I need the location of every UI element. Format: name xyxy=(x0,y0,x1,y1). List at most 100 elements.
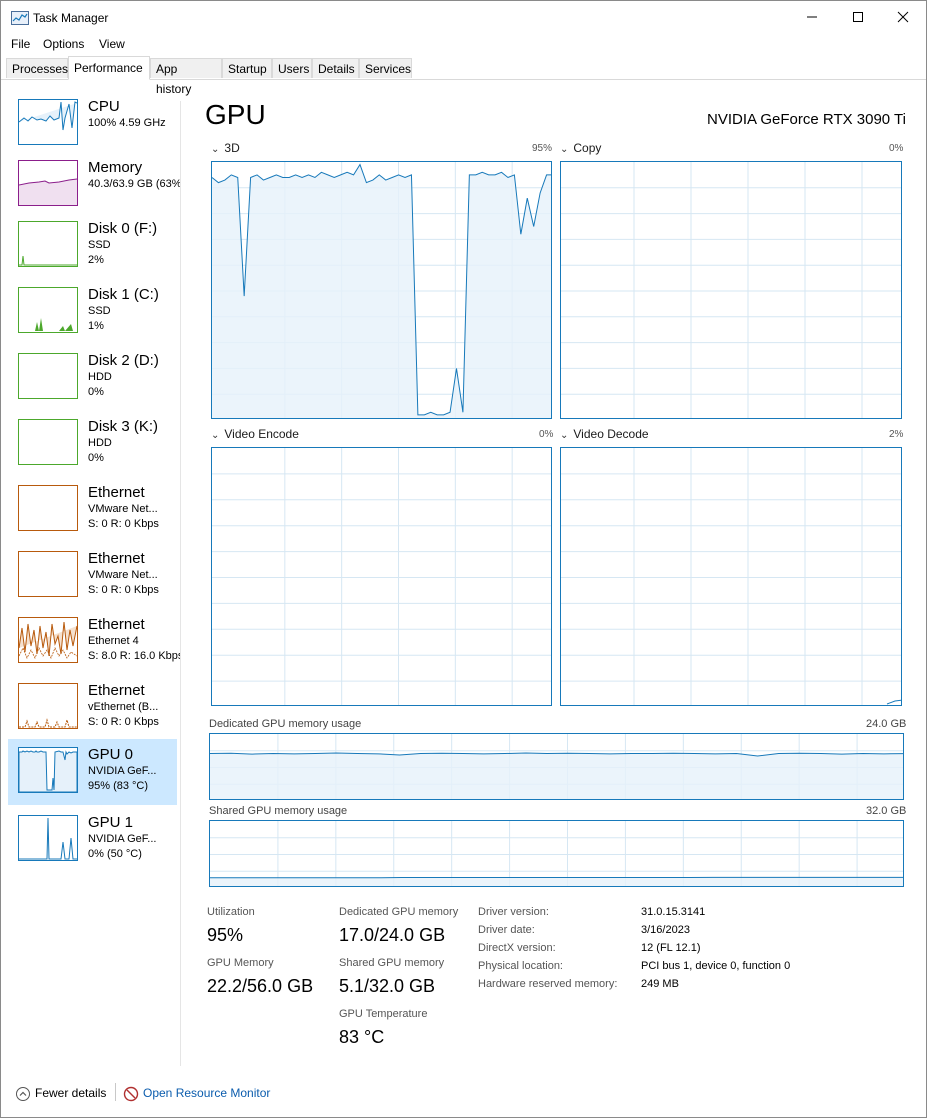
sidebar-item-cpu[interactable]: CPU 100% 4.59 GHz xyxy=(8,95,177,161)
sidebar-divider xyxy=(180,101,181,1066)
engine-video-decode-label: Video Decode xyxy=(573,427,649,441)
chevron-down-icon: ⌄ xyxy=(560,430,569,441)
tab-users[interactable]: Users xyxy=(272,58,312,78)
directx-version-value: 12 (FL 12.1) xyxy=(641,942,701,954)
engine-3d-pct: 95% xyxy=(532,143,553,154)
open-resource-monitor-link[interactable]: Open Resource Monitor xyxy=(123,1086,270,1102)
driver-date-key: Driver date: xyxy=(478,924,535,936)
minimize-icon xyxy=(807,16,817,18)
dedicated-memory-stat-value: 17.0/24.0 GB xyxy=(339,925,446,945)
chevron-down-icon: ⌄ xyxy=(560,144,569,155)
sidebar-item-disk1[interactable]: Disk 1 (C:) SSD 1% xyxy=(8,283,177,349)
tab-details[interactable]: Details xyxy=(312,58,359,78)
sidebar-line2: 95% (83 °C) xyxy=(88,780,149,792)
sidebar-item-vethernet[interactable]: Ethernet vEthernet (B... S: 0 R: 0 Kbps xyxy=(8,679,177,745)
menu-view[interactable]: View xyxy=(99,37,125,51)
ethernet-thumbnail xyxy=(18,485,78,531)
disk1-thumbnail xyxy=(18,287,78,333)
sidebar-line2: 1% xyxy=(88,320,104,332)
driver-version-key: Driver version: xyxy=(478,906,549,918)
sidebar-line1: SSD xyxy=(88,305,111,317)
engine-3d-selector[interactable]: ⌄ 3D xyxy=(211,141,240,155)
sidebar-item-memory[interactable]: Memory 40.3/63.9 GB (63%) xyxy=(8,156,180,222)
ethernet-thumbnail xyxy=(18,617,78,663)
task-manager-window: Task Manager File Options View Processes… xyxy=(0,0,927,1118)
ethernet-thumbnail xyxy=(18,551,78,597)
dedicated-memory-chart xyxy=(210,734,903,799)
engine-3d-label: 3D xyxy=(224,141,240,155)
sidebar-line2: 0% xyxy=(88,386,104,398)
sidebar-line1: Ethernet 4 xyxy=(88,635,139,647)
reserved-memory-key: Hardware reserved memory: xyxy=(478,978,618,990)
driver-date-value: 3/16/2023 xyxy=(641,924,690,936)
sidebar-line1: VMware Net... xyxy=(88,503,158,515)
tab-startup[interactable]: Startup xyxy=(222,58,272,78)
tab-services[interactable]: Services xyxy=(359,58,412,78)
sidebar-name: Ethernet xyxy=(88,550,145,567)
sidebar-item-disk2[interactable]: Disk 2 (D:) HDD 0% xyxy=(8,349,177,415)
open-resource-monitor-label: Open Resource Monitor xyxy=(143,1086,271,1101)
maximize-icon xyxy=(853,11,863,22)
sidebar-line1: 40.3/63.9 GB (63%) xyxy=(88,178,180,190)
utilization-value: 95% xyxy=(207,925,244,945)
sidebar-item-disk3[interactable]: Disk 3 (K:) HDD 0% xyxy=(8,415,177,481)
sidebar-line2: S: 0 R: 0 Kbps xyxy=(88,716,159,728)
sidebar-name: Ethernet xyxy=(88,484,145,501)
gpu-memory-value: 22.2/56.0 GB xyxy=(207,976,314,996)
resource-monitor-icon xyxy=(123,1086,139,1102)
title-bar[interactable]: Task Manager xyxy=(1,1,926,33)
sidebar-item-gpu1[interactable]: GPU 1 NVIDIA GeF... 0% (50 °C) xyxy=(8,811,177,877)
task-manager-icon xyxy=(11,11,29,25)
tab-performance[interactable]: Performance xyxy=(68,56,150,80)
sidebar-line1: NVIDIA GeF... xyxy=(88,765,157,777)
utilization-label: Utilization xyxy=(207,906,255,918)
minimize-button[interactable] xyxy=(789,1,835,33)
sidebar-item-gpu0[interactable]: GPU 0 NVIDIA GeF... 95% (83 °C) xyxy=(8,739,177,805)
gpu1-thumbnail xyxy=(18,815,78,861)
sidebar-name: Disk 0 (F:) xyxy=(88,220,158,237)
sidebar-item-disk0[interactable]: Disk 0 (F:) SSD 2% xyxy=(8,217,177,283)
sidebar-name: Memory xyxy=(88,159,143,176)
engine-video-decode-selector[interactable]: ⌄ Video Decode xyxy=(560,427,649,441)
engine-copy-selector[interactable]: ⌄ Copy xyxy=(560,141,601,155)
dedicated-memory-graph xyxy=(209,733,904,800)
gpu-temperature-label: GPU Temperature xyxy=(339,1008,428,1020)
maximize-button[interactable] xyxy=(835,1,881,33)
close-icon xyxy=(897,11,909,23)
fewer-details-button[interactable]: Fewer details xyxy=(15,1086,106,1102)
tab-app-history[interactable]: App history xyxy=(150,58,222,96)
sidebar-item-ethernet-vmware1[interactable]: Ethernet VMware Net... S: 0 R: 0 Kbps xyxy=(8,481,177,547)
disk2-thumbnail xyxy=(18,353,78,399)
performance-sidebar: CPU 100% 4.59 GHz Memory 40.3/63.9 GB (6… xyxy=(1,81,181,1066)
directx-version-key: DirectX version: xyxy=(478,942,556,954)
close-button[interactable] xyxy=(880,1,926,33)
sidebar-line2: S: 0 R: 0 Kbps xyxy=(88,584,159,596)
dedicated-memory-label: Dedicated GPU memory usage xyxy=(209,718,362,730)
engine-copy-graph xyxy=(560,161,902,419)
shared-memory-label: Shared GPU memory usage xyxy=(209,805,348,817)
sidebar-line1: NVIDIA GeF... xyxy=(88,833,157,845)
reserved-memory-value: 249 MB xyxy=(641,978,679,990)
menu-file[interactable]: File xyxy=(11,37,30,51)
sidebar-name: Disk 1 (C:) xyxy=(88,286,159,303)
series-area xyxy=(212,164,551,418)
engine-copy-chart xyxy=(561,162,901,418)
gpu-memory-label: GPU Memory xyxy=(207,957,274,969)
memory-thumbnail xyxy=(18,160,78,206)
sidebar-name: Disk 3 (K:) xyxy=(88,418,159,435)
gpu-temperature-value: 83 °C xyxy=(339,1027,385,1047)
dedicated-memory-max: 24.0 GB xyxy=(866,718,907,730)
chevron-up-circle-icon xyxy=(16,1087,30,1101)
menu-bar: File Options View xyxy=(1,34,926,54)
sidebar-line2: S: 8.0 R: 16.0 Kbps xyxy=(88,650,180,662)
shared-memory-max: 32.0 GB xyxy=(866,805,907,817)
menu-options[interactable]: Options xyxy=(43,37,84,51)
sidebar-line2: 0% xyxy=(88,452,104,464)
engine-video-encode-selector[interactable]: ⌄ Video Encode xyxy=(211,427,299,441)
tab-processes[interactable]: Processes xyxy=(6,58,68,78)
sidebar-item-ethernet4[interactable]: Ethernet Ethernet 4 S: 8.0 R: 16.0 Kbps xyxy=(8,613,180,679)
sidebar-line1: HDD xyxy=(88,437,112,449)
sidebar-item-ethernet-vmware2[interactable]: Ethernet VMware Net... S: 0 R: 0 Kbps xyxy=(8,547,177,613)
sidebar-name: Ethernet xyxy=(88,616,145,633)
footer-separator xyxy=(115,1083,116,1101)
